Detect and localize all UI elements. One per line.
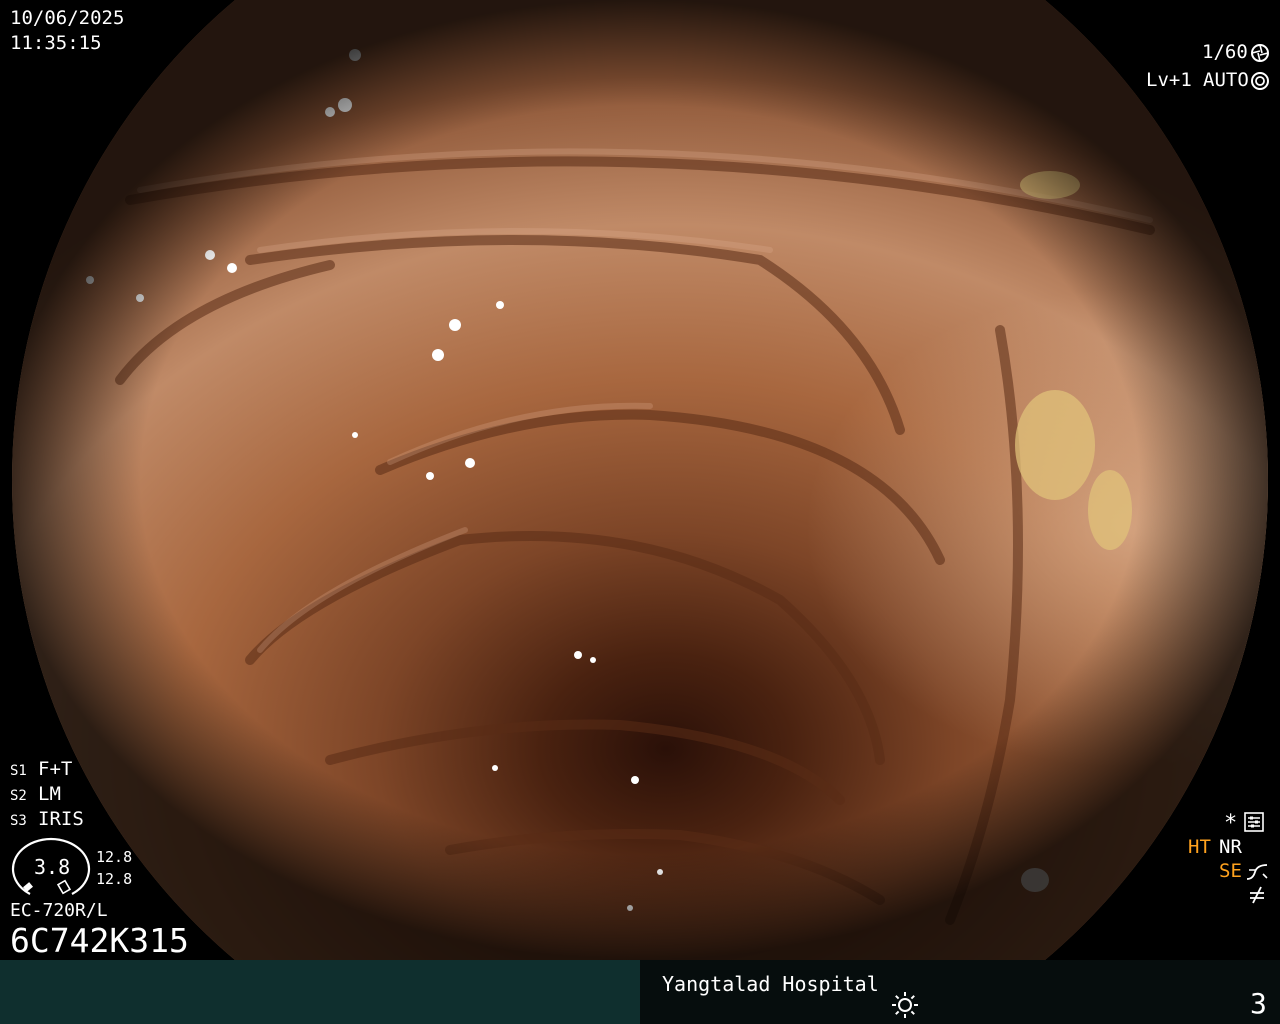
menu-settings-icon — [1244, 812, 1264, 832]
switch-value: IRIS — [38, 808, 84, 830]
endoscopy-image — [12, 0, 1268, 960]
footer-right-panel: Yangtalad Hospital 3 — [640, 960, 1280, 1024]
star-indicator: * — [1224, 811, 1238, 836]
nr-indicator: NR — [1219, 836, 1242, 858]
switch-value: LM — [38, 783, 61, 805]
hospital-name: Yangtalad Hospital — [662, 972, 879, 996]
level-text: Lv+1 — [1146, 69, 1192, 91]
shutter-speed: 1/60 — [1202, 41, 1248, 63]
image-number: 3 — [1250, 987, 1267, 1020]
switch-key: S2 — [10, 788, 27, 804]
ht-indicator: HT — [1188, 836, 1211, 858]
scope-serial: 6C742K315 — [10, 921, 189, 960]
time-text: 11:35:15 — [10, 32, 102, 54]
gauge-upper-value: 12.8 — [96, 848, 133, 866]
scope-model: EC-720R/L — [10, 900, 108, 921]
switch-key: S1 — [10, 763, 27, 779]
iris-icon — [1251, 72, 1269, 90]
footer-left-panel — [0, 960, 640, 1024]
gauge-center-value: 3.8 — [34, 855, 71, 879]
aperture-icon — [1251, 44, 1269, 62]
switch-key: S3 — [10, 813, 27, 829]
date-text: 10/06/2025 — [10, 7, 125, 29]
switch-value: F+T — [38, 758, 73, 780]
gauge-lower-value: 12.8 — [96, 870, 133, 888]
se-indicator: SE — [1219, 860, 1242, 882]
sun-icon — [892, 992, 918, 1018]
not-equal-icon — [1250, 886, 1264, 904]
iris-mode-text: AUTO — [1203, 69, 1249, 91]
se-curve-icon — [1246, 864, 1268, 880]
